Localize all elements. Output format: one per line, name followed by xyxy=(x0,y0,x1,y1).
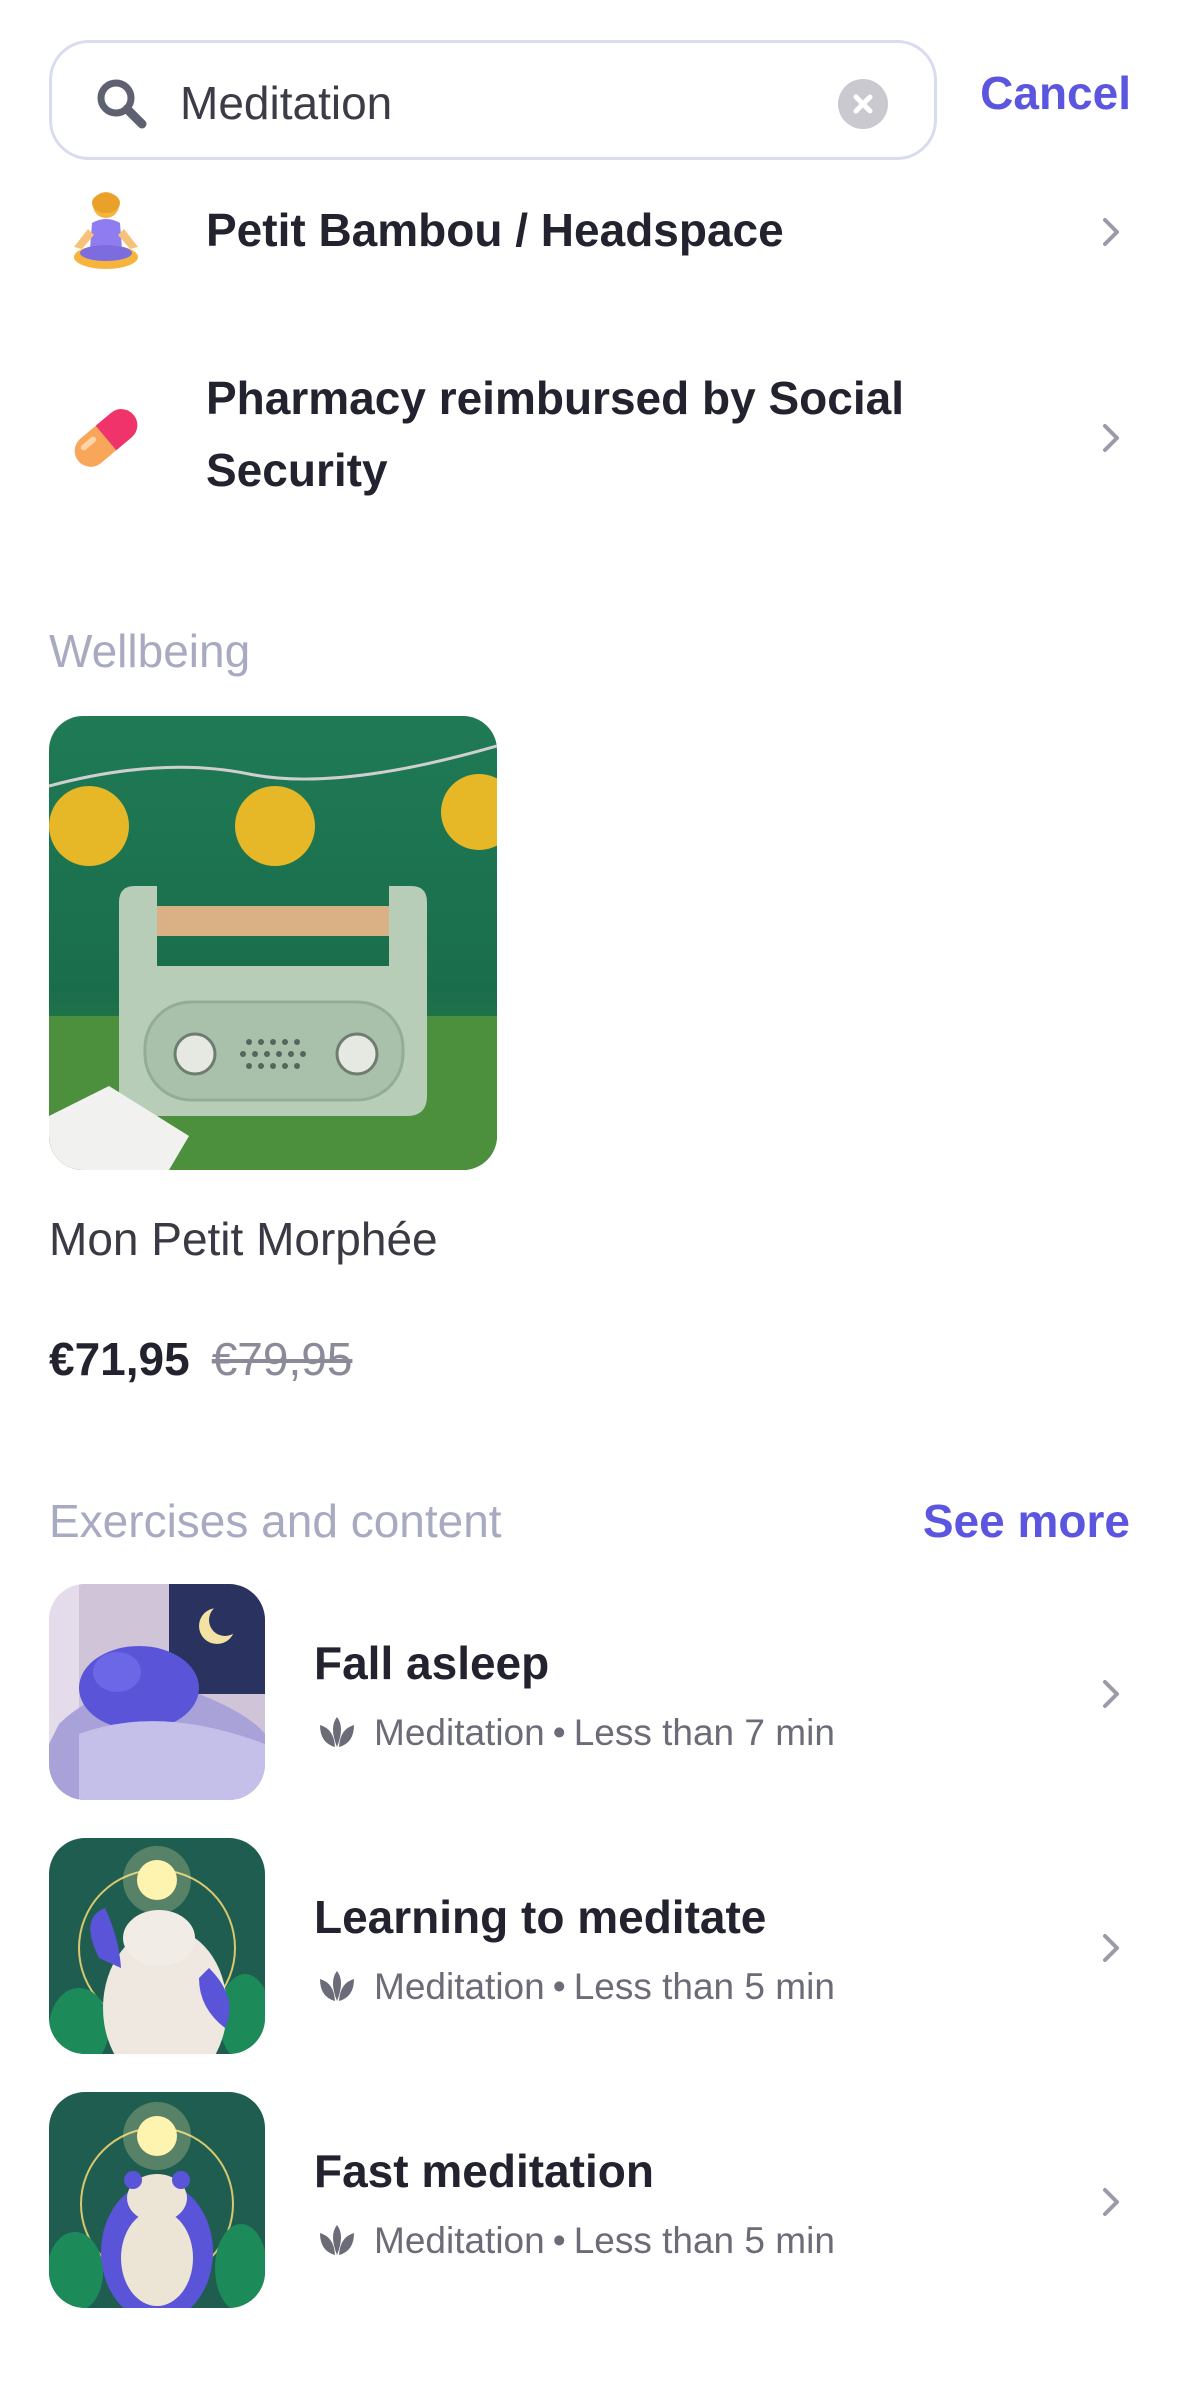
exercise-row-fall-asleep[interactable]: Fall asleep Meditation • Less than 7 min xyxy=(0,1584,1179,1804)
exercise-title: Fast meditation xyxy=(314,2145,654,2197)
result-row-pharmacy[interactable]: Pharmacy reimbursed by Social Security xyxy=(0,362,1179,512)
result-label-line2: Security xyxy=(206,444,388,496)
lotus-icon xyxy=(320,1717,354,1747)
product-name[interactable]: Mon Petit Morphée xyxy=(49,1212,438,1266)
cancel-button[interactable]: Cancel xyxy=(980,66,1131,120)
product-old-price: €79,95 xyxy=(211,1333,353,1385)
product-image[interactable] xyxy=(49,716,497,1170)
section-title-wellbeing: Wellbeing xyxy=(49,625,251,677)
product-price: €71,95 xyxy=(49,1333,190,1385)
result-label: Petit Bambou / Headspace xyxy=(206,204,784,256)
search-icon xyxy=(97,79,147,129)
pill-icon xyxy=(74,409,138,467)
result-label: Pharmacy reimbursed by Social Security xyxy=(206,362,966,506)
exercise-duration: Less than 7 min xyxy=(573,1712,835,1753)
exercise-meta: Meditation • Less than 7 min xyxy=(314,1712,835,1754)
section-title-exercises: Exercises and content xyxy=(49,1495,502,1547)
sound-machine-image xyxy=(49,716,497,1170)
search-header: Cancel xyxy=(49,40,1131,162)
exercise-category: Meditation xyxy=(374,1712,545,1753)
lotus-icon xyxy=(320,2225,354,2255)
chevron-right-icon xyxy=(1103,218,1119,246)
see-more-link[interactable]: See more xyxy=(923,1494,1130,1548)
product-price-row: €71,95 €79,95 xyxy=(49,1332,352,1386)
exercise-title: Fall asleep xyxy=(314,1637,550,1689)
close-icon xyxy=(853,94,873,114)
exercise-thumbnail xyxy=(49,1838,265,2054)
exercise-category: Meditation xyxy=(374,1966,545,2007)
result-row-petit-bambou[interactable]: Petit Bambou / Headspace xyxy=(0,178,1179,288)
lotus-icon xyxy=(320,1971,354,2001)
exercise-row-fast-meditation[interactable]: Fast meditation Meditation • Less than 5… xyxy=(0,2092,1179,2312)
chevron-right-icon xyxy=(1103,1680,1119,1708)
exercise-duration: Less than 5 min xyxy=(573,2220,835,2261)
clear-search-button[interactable] xyxy=(838,79,888,129)
meta-separator: • xyxy=(552,1712,566,1753)
exercise-meta: Meditation • Less than 5 min xyxy=(314,1966,835,2008)
search-input[interactable] xyxy=(180,65,840,141)
chevron-right-icon xyxy=(1103,424,1119,452)
exercise-thumbnail xyxy=(49,1584,265,1800)
search-box[interactable] xyxy=(49,40,937,160)
meditating-bear-image xyxy=(49,1838,265,2054)
exercise-thumbnail xyxy=(49,2092,265,2308)
meta-separator: • xyxy=(552,2220,566,2261)
result-label-line1: Pharmacy reimbursed by Social xyxy=(206,372,904,424)
exercise-title: Learning to meditate xyxy=(314,1891,767,1943)
exercise-row-learning-to-meditate[interactable]: Learning to meditate Meditation • Less t… xyxy=(0,1838,1179,2058)
exercise-duration: Less than 5 min xyxy=(573,1966,835,2007)
exercise-meta: Meditation • Less than 5 min xyxy=(314,2220,835,2262)
chevron-right-icon xyxy=(1103,2188,1119,2216)
meta-separator: • xyxy=(552,1966,566,2007)
meditating-bear-image xyxy=(49,2092,265,2308)
meditating-person-icon xyxy=(74,192,138,269)
sleeping-bear-image xyxy=(49,1584,265,1800)
exercise-category: Meditation xyxy=(374,2220,545,2261)
chevron-right-icon xyxy=(1103,1934,1119,1962)
